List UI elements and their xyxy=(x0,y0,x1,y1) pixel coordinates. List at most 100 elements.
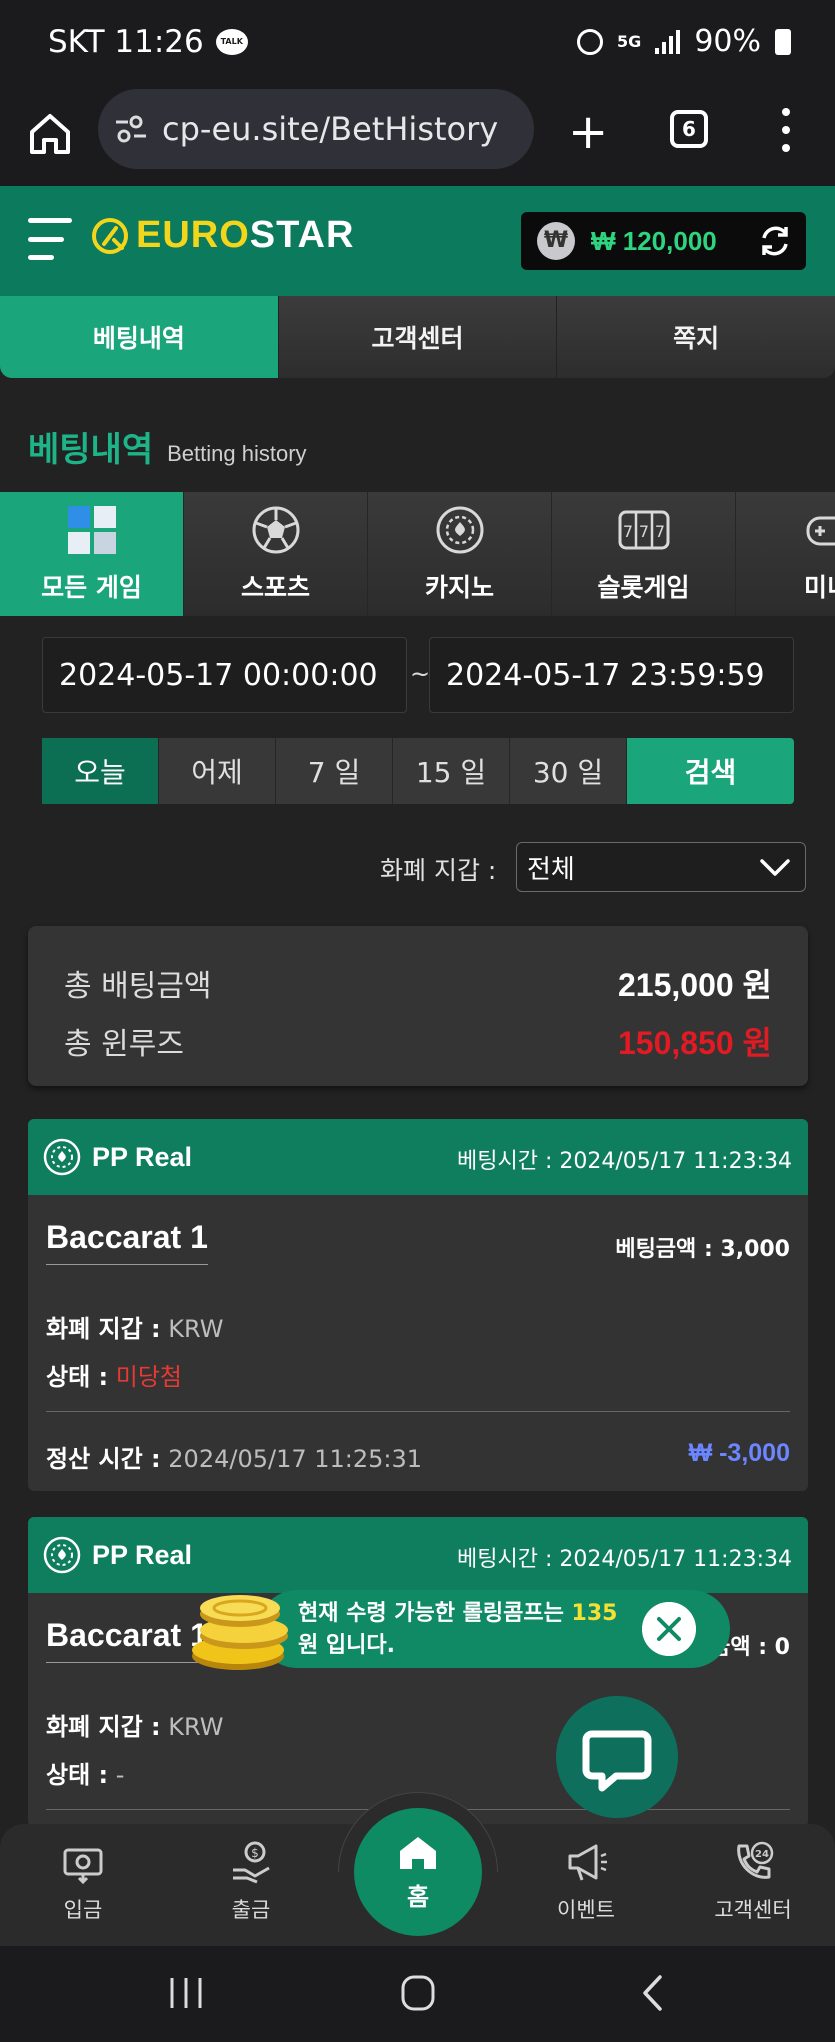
toast-text-before: 현재 수령 가능한 롤링콤프는 xyxy=(298,1601,572,1626)
start-date-input[interactable]: 2024-05-17 00:00:00 xyxy=(42,637,407,713)
address-bar[interactable]: cp-eu.site/BetHistory xyxy=(98,89,534,169)
tab-betting-history[interactable]: 베팅내역 xyxy=(0,296,279,378)
megaphone-icon xyxy=(568,1844,607,1881)
nav-home-button[interactable]: 홈 xyxy=(354,1808,482,1936)
kakaotalk-icon: TALK xyxy=(215,29,248,55)
nav-deposit[interactable]: 입금 xyxy=(18,1840,148,1924)
refresh-icon[interactable] xyxy=(758,224,792,258)
page-title-english: Betting history xyxy=(167,441,307,466)
page-title-korean: 베팅내역 xyxy=(28,430,154,470)
casino-chip-icon xyxy=(43,1138,81,1176)
casino-chip-icon xyxy=(436,506,483,554)
category-sports[interactable]: 스포츠 xyxy=(184,492,368,616)
period-today-button[interactable]: 오늘 xyxy=(42,738,159,804)
close-icon[interactable] xyxy=(642,1602,696,1656)
battery-icon xyxy=(775,28,791,55)
chat-icon[interactable] xyxy=(556,1696,678,1818)
logo-mark-icon xyxy=(92,217,128,254)
bet-time: 베팅시간 : 2024/05/17 11:23:34 xyxy=(457,1547,792,1572)
back-icon[interactable] xyxy=(640,1974,664,2012)
end-date-input[interactable]: 2024-05-17 23:59:59 xyxy=(429,637,794,713)
logo-star-text: STAR xyxy=(249,214,355,256)
svg-text:7: 7 xyxy=(638,522,648,541)
wallet-filter-select[interactable]: 전체 xyxy=(516,842,806,892)
status-info-line: 상태 : 미당첨 xyxy=(46,1357,182,1392)
period-30day-button[interactable]: 30 일 xyxy=(510,738,627,804)
bet-card-header: PP Real 베팅시간 : 2024/05/17 11:23:34 xyxy=(28,1119,808,1195)
bet-time: 베팅시간 : 2024/05/17 11:23:34 xyxy=(457,1149,792,1174)
nav-home-label: 홈 xyxy=(406,1882,430,1911)
status-bar: SKT 11:26 TALK 5G 90% xyxy=(0,0,835,88)
total-bet-label: 총 배팅금액 xyxy=(64,969,212,1004)
period-yesterday-button[interactable]: 어제 xyxy=(159,738,276,804)
tab-switcher-button[interactable]: 6 xyxy=(670,110,708,148)
summary-total-bet-row: 총 배팅금액 215,000 원 xyxy=(64,960,772,1006)
bet-card: PP Real 베팅시간 : 2024/05/17 11:23:34 Bacca… xyxy=(28,1517,808,1827)
toast-text-after: 원 입니다. xyxy=(298,1633,395,1658)
svg-text:$: $ xyxy=(251,1846,259,1860)
wallet-label: 화폐 지갑 : xyxy=(46,1713,161,1741)
url-text: cp-eu.site/BetHistory xyxy=(162,110,499,148)
tab-customer-center[interactable]: 고객센터 xyxy=(278,296,558,378)
carrier-time: SKT 11:26 xyxy=(48,24,204,60)
game-title: Baccarat 1 xyxy=(46,1617,208,1663)
nav-label: 출금 xyxy=(231,1898,271,1922)
rolling-comp-toast[interactable]: 현재 수령 가능한 롤링콤프는 135 원 입니다. xyxy=(258,1590,730,1668)
provider-name: PP Real xyxy=(92,1141,193,1172)
status-info-line: 상태 : - xyxy=(46,1755,124,1790)
wallet-label: 화폐 지갑 : xyxy=(46,1315,161,1343)
status-value: - xyxy=(115,1761,125,1789)
category-label: 카지노 xyxy=(424,573,494,602)
total-winloss-label: 총 윈루즈 xyxy=(64,1027,184,1062)
browser-home-icon[interactable] xyxy=(26,110,74,158)
browser-toolbar: cp-eu.site/BetHistory + 6 xyxy=(0,88,835,186)
category-label: 모든 게임 xyxy=(41,573,142,602)
wallet-value: KRW xyxy=(168,1713,224,1741)
network-badge: 5G xyxy=(617,32,642,51)
nav-events[interactable]: 이벤트 xyxy=(521,1840,651,1924)
wallet-filter-label: 화폐 지갑 : xyxy=(380,856,497,885)
period-7day-button[interactable]: 7 일 xyxy=(276,738,393,804)
wallet-filter-value: 전체 xyxy=(527,854,575,885)
wallet-info-line: 화폐 지갑 : KRW xyxy=(46,1309,223,1344)
total-winloss-value: 150,850 원 xyxy=(617,1025,772,1061)
tab-messages[interactable]: 쪽지 xyxy=(557,296,835,378)
slot-machine-icon: 7 7 7 xyxy=(618,510,669,550)
new-tab-plus-icon[interactable]: + xyxy=(568,108,608,156)
wallet-value: KRW xyxy=(168,1315,224,1343)
nav-label: 입금 xyxy=(63,1898,103,1922)
withdraw-icon: $ xyxy=(233,1841,270,1884)
balance-display: ₩ ₩ 120,000 xyxy=(521,212,806,270)
nav-withdraw[interactable]: $ 출금 xyxy=(186,1840,316,1924)
period-filter: 오늘 어제 7 일 15 일 30 일 검색 xyxy=(42,738,794,804)
gold-coins-icon xyxy=(192,1595,288,1670)
category-slot-games[interactable]: 7 7 7 슬롯게임 xyxy=(552,492,736,616)
support-24-icon: 24 xyxy=(737,1841,774,1879)
category-casino[interactable]: 카지노 xyxy=(368,492,552,616)
category-label: 스포츠 xyxy=(240,573,310,602)
date-range-separator: ~ xyxy=(410,660,431,688)
home-icon xyxy=(400,1836,436,1869)
balance-amount: ₩ 120,000 xyxy=(591,225,717,256)
category-all-games[interactable]: 모든 게임 xyxy=(0,492,184,616)
period-15day-button[interactable]: 15 일 xyxy=(393,738,510,804)
chevron-down-icon xyxy=(760,859,790,876)
bet-amount: 베팅금액 : 3,000 xyxy=(615,1237,790,1262)
bet-card-header: PP Real 베팅시간 : 2024/05/17 11:23:34 xyxy=(28,1517,808,1593)
search-button[interactable]: 검색 xyxy=(627,738,794,804)
site-settings-icon[interactable] xyxy=(114,114,148,144)
settle-label: 정산 시간 : xyxy=(46,1445,161,1473)
game-title: Baccarat 1 xyxy=(46,1219,208,1265)
eurostar-logo[interactable]: EURO STAR xyxy=(90,214,354,257)
hamburger-menu-icon[interactable] xyxy=(28,218,72,260)
bet-summary-panel: 총 배팅금액 215,000 원 총 윈루즈 150,850 원 xyxy=(28,926,808,1086)
recent-apps-icon[interactable] xyxy=(168,1976,204,2010)
category-mini[interactable]: 미니 xyxy=(736,492,835,616)
browser-menu-icon[interactable] xyxy=(776,108,796,152)
settle-time: 2024/05/17 11:25:31 xyxy=(168,1445,423,1473)
battery-percent: 90% xyxy=(694,24,761,59)
settle-info-line: 정산 시간 : 2024/05/17 11:25:31 xyxy=(46,1439,422,1474)
svg-text:7: 7 xyxy=(622,522,632,541)
nav-support[interactable]: 24 고객센터 xyxy=(688,1840,818,1924)
android-home-icon[interactable] xyxy=(400,1974,436,2012)
